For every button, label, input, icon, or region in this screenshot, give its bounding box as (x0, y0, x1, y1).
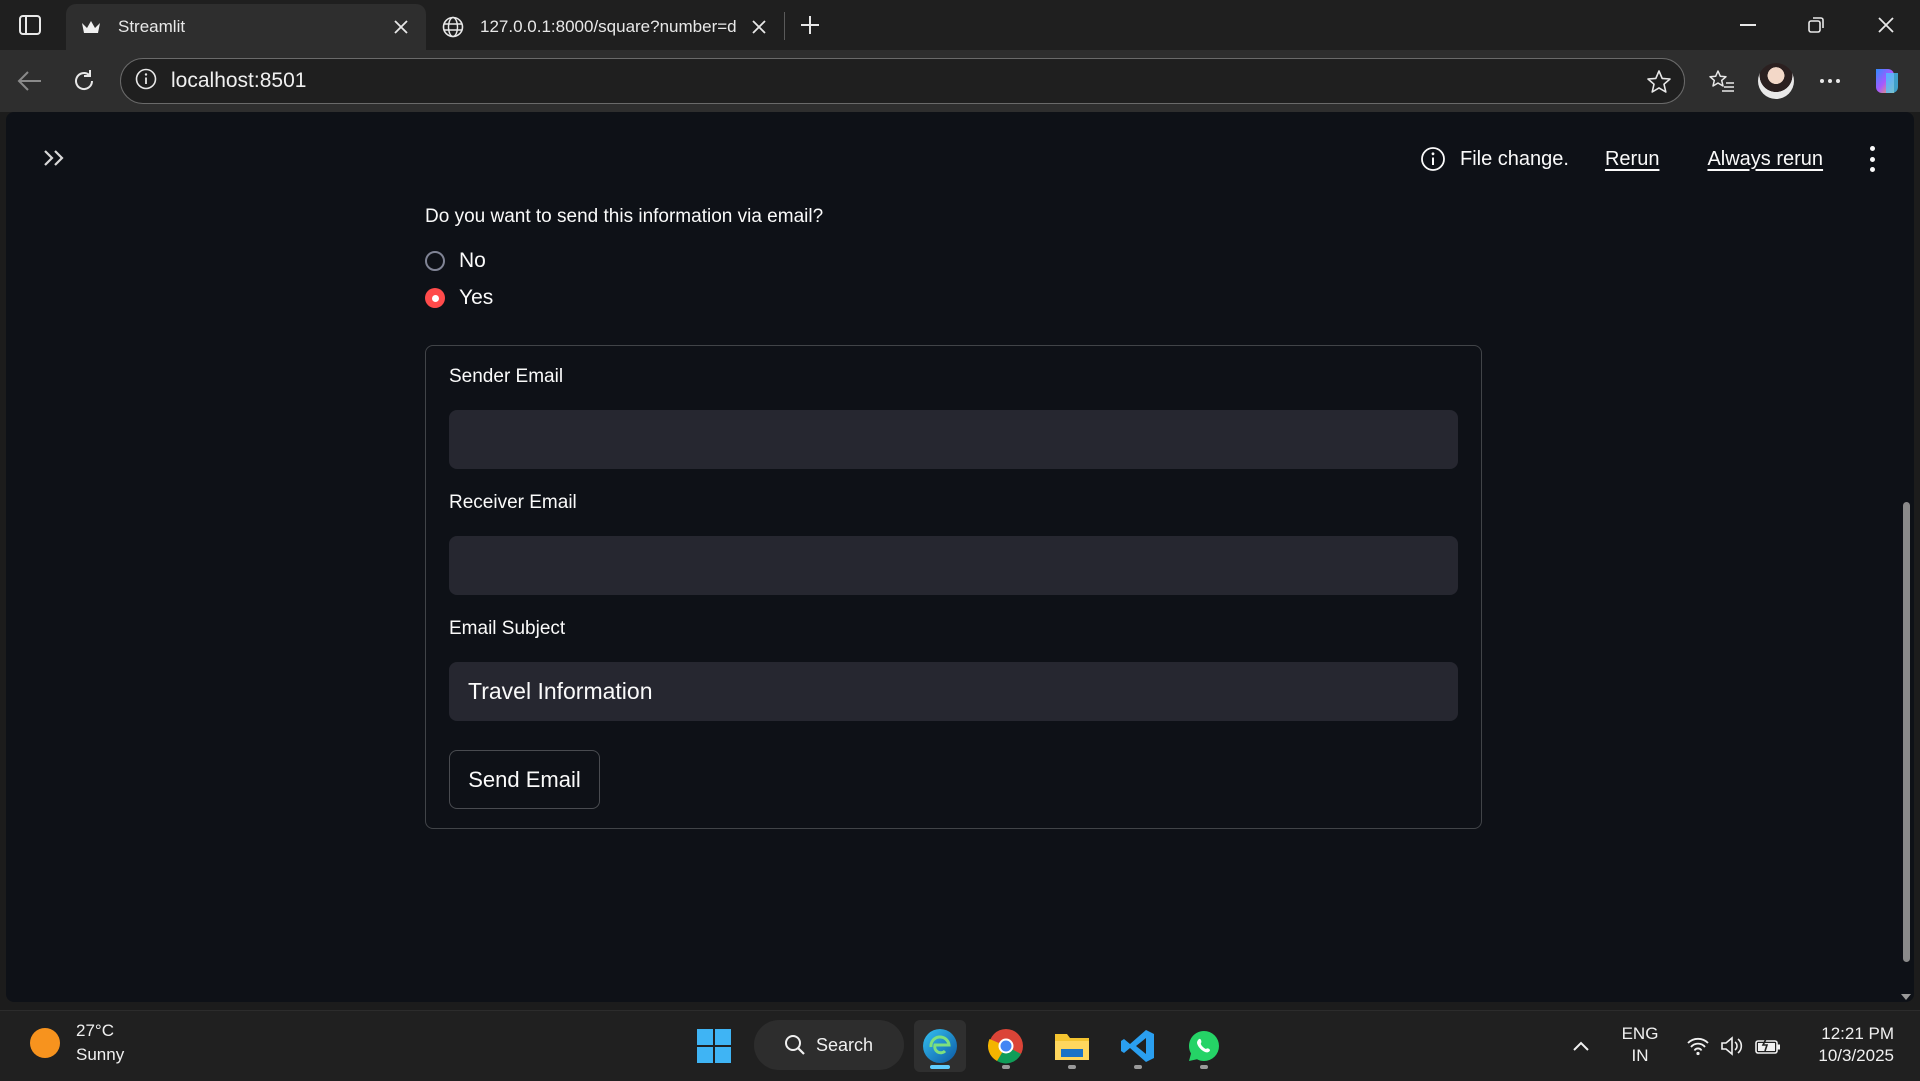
radio-option-yes[interactable]: Yes (425, 286, 493, 310)
vscode-icon[interactable] (1112, 1020, 1164, 1072)
system-clock[interactable]: 12:21 PM 10/3/2025 (1794, 1023, 1894, 1067)
main-menu-icon[interactable] (1867, 146, 1877, 172)
favorite-star-icon[interactable] (1646, 69, 1672, 100)
tab-title: Streamlit (118, 17, 186, 36)
streamlit-crown-icon (80, 16, 102, 38)
tab-square[interactable]: 127.0.0.1:8000/square?number=d (428, 4, 784, 50)
radio-label: No (459, 249, 486, 272)
edge-browser-icon[interactable] (914, 1020, 966, 1072)
windows-start-icon[interactable] (688, 1020, 740, 1072)
whatsapp-icon[interactable] (1178, 1020, 1230, 1072)
radio-selected-icon[interactable] (425, 288, 445, 308)
search-label: Search (816, 1034, 874, 1055)
wifi-icon[interactable] (1686, 1011, 1710, 1081)
weather-widget[interactable]: 27°C Sunny (30, 1019, 124, 1067)
sun-icon (30, 1028, 60, 1058)
language-region: IN (1631, 1046, 1649, 1065)
more-options-icon[interactable] (1812, 63, 1848, 99)
sender-email-label: Sender Email (449, 366, 564, 387)
rerun-button[interactable]: Rerun (1605, 148, 1659, 171)
tab-title: 127.0.0.1:8000/square?number=d (480, 17, 737, 36)
always-rerun-button[interactable]: Always rerun (1707, 148, 1823, 171)
refresh-icon[interactable] (66, 63, 102, 99)
clock-time: 12:21 PM (1821, 1024, 1894, 1043)
back-arrow-icon[interactable] (12, 63, 48, 99)
battery-charging-icon[interactable] (1754, 1011, 1782, 1081)
receiver-email-label: Receiver Email (449, 492, 577, 513)
page-viewport: File change. Rerun Always rerun Do you w… (6, 112, 1914, 1002)
minimize-icon[interactable] (1714, 0, 1782, 50)
radio-unselected-icon[interactable] (425, 251, 445, 271)
new-tab-plus-icon[interactable] (794, 10, 826, 40)
volume-icon[interactable] (1720, 1011, 1744, 1081)
taskbar-search[interactable]: Search (754, 1020, 904, 1070)
language-code: ENG (1621, 1024, 1659, 1043)
email-question-label: Do you want to send this information via… (425, 206, 824, 227)
weather-temperature: 27°C (76, 1021, 114, 1040)
clock-date: 10/3/2025 (1818, 1046, 1894, 1065)
file-explorer-icon[interactable] (1046, 1020, 1098, 1072)
radio-option-no[interactable]: No (425, 249, 486, 273)
show-hidden-icons-chevron-icon[interactable] (1572, 1011, 1590, 1081)
email-subject-input[interactable]: Travel Information (449, 662, 1458, 721)
browser-tab-strip: Streamlit 127.0.0.1:8000/square?number=d (0, 0, 1920, 50)
tab-actions-icon[interactable] (14, 10, 46, 40)
page-scrollbar[interactable] (1900, 112, 1914, 1002)
site-info-icon[interactable] (135, 68, 157, 95)
radio-label: Yes (459, 286, 494, 309)
file-change-status: File change. Rerun Always rerun (1420, 142, 1877, 176)
language-indicator[interactable]: ENG IN (1620, 1023, 1660, 1067)
receiver-email-input[interactable] (449, 536, 1458, 595)
close-tab-icon[interactable] (390, 16, 412, 38)
search-icon (785, 1035, 805, 1055)
expand-sidebar-chevrons-icon[interactable] (36, 140, 72, 176)
send-email-button[interactable]: Send Email (449, 750, 600, 809)
close-tab-icon[interactable] (748, 16, 770, 38)
url-text: localhost:8501 (171, 69, 307, 92)
chrome-icon[interactable] (980, 1020, 1032, 1072)
email-subject-label: Email Subject (449, 618, 566, 639)
favorites-list-icon[interactable] (1704, 63, 1740, 99)
tab-divider (784, 12, 785, 40)
weather-condition: Sunny (76, 1045, 125, 1064)
copilot-icon[interactable] (1868, 63, 1904, 99)
status-message: File change. (1460, 147, 1569, 170)
address-bar[interactable]: localhost:8501 (120, 58, 1685, 104)
profile-avatar[interactable] (1758, 63, 1794, 99)
tab-streamlit[interactable]: Streamlit (66, 4, 426, 50)
globe-icon (442, 16, 464, 38)
browser-toolbar: localhost:8501 (0, 50, 1920, 112)
windows-taskbar: 27°C Sunny Search ENG IN 12:21 PM 10/3/2… (0, 1010, 1920, 1081)
scroll-down-arrow-icon[interactable] (1901, 994, 1911, 1000)
scrollbar-thumb[interactable] (1903, 502, 1910, 962)
email-form: Sender Email Receiver Email Email Subjec… (425, 345, 1482, 829)
info-icon (1421, 147, 1445, 171)
close-window-icon[interactable] (1852, 0, 1920, 50)
sender-email-input[interactable] (449, 410, 1458, 469)
restore-icon[interactable] (1782, 0, 1850, 50)
